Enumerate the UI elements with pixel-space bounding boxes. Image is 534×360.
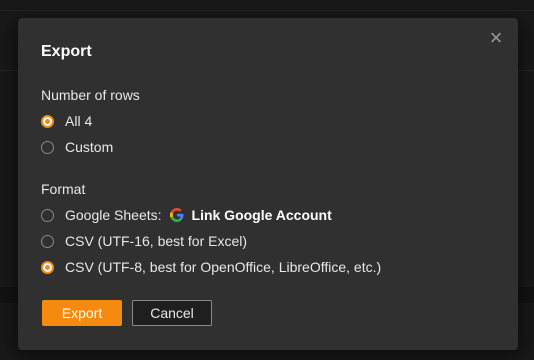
rows-option-custom-label: Custom bbox=[65, 139, 114, 155]
format-section-label: Format bbox=[41, 181, 86, 197]
rows-option-all[interactable]: All 4 bbox=[41, 111, 92, 131]
format-option-csv-utf8-label: CSV (UTF-8, best for OpenOffice, LibreOf… bbox=[65, 259, 382, 275]
rows-option-all-label: All 4 bbox=[65, 113, 93, 129]
rows-option-custom[interactable]: Custom bbox=[41, 137, 113, 157]
radio-unselected-icon[interactable] bbox=[41, 234, 54, 248]
format-option-google-sheets[interactable]: Google Sheets: Link Google Account bbox=[41, 205, 332, 225]
rows-section-label: Number of rows bbox=[41, 87, 140, 103]
radio-unselected-icon[interactable] bbox=[41, 140, 54, 154]
link-google-account-link[interactable]: Link Google Account bbox=[192, 207, 332, 223]
export-dialog: Export × Number of rows All 4 Custom For… bbox=[18, 18, 518, 350]
format-option-google-sheets-label: Google Sheets: bbox=[65, 207, 162, 223]
format-option-csv-utf16-label: CSV (UTF-16, best for Excel) bbox=[65, 233, 248, 249]
dialog-title: Export bbox=[41, 43, 92, 60]
format-option-csv-utf8[interactable]: CSV (UTF-8, best for OpenOffice, LibreOf… bbox=[41, 257, 381, 277]
radio-selected-icon[interactable] bbox=[41, 114, 54, 128]
background-row-divider bbox=[0, 10, 534, 11]
close-icon[interactable]: × bbox=[486, 27, 506, 49]
google-icon bbox=[169, 208, 183, 222]
export-button[interactable]: Export bbox=[42, 300, 122, 326]
radio-selected-icon[interactable] bbox=[41, 260, 54, 274]
radio-unselected-icon[interactable] bbox=[41, 208, 54, 222]
cancel-button[interactable]: Cancel bbox=[132, 300, 212, 326]
format-option-csv-utf16[interactable]: CSV (UTF-16, best for Excel) bbox=[41, 231, 247, 251]
